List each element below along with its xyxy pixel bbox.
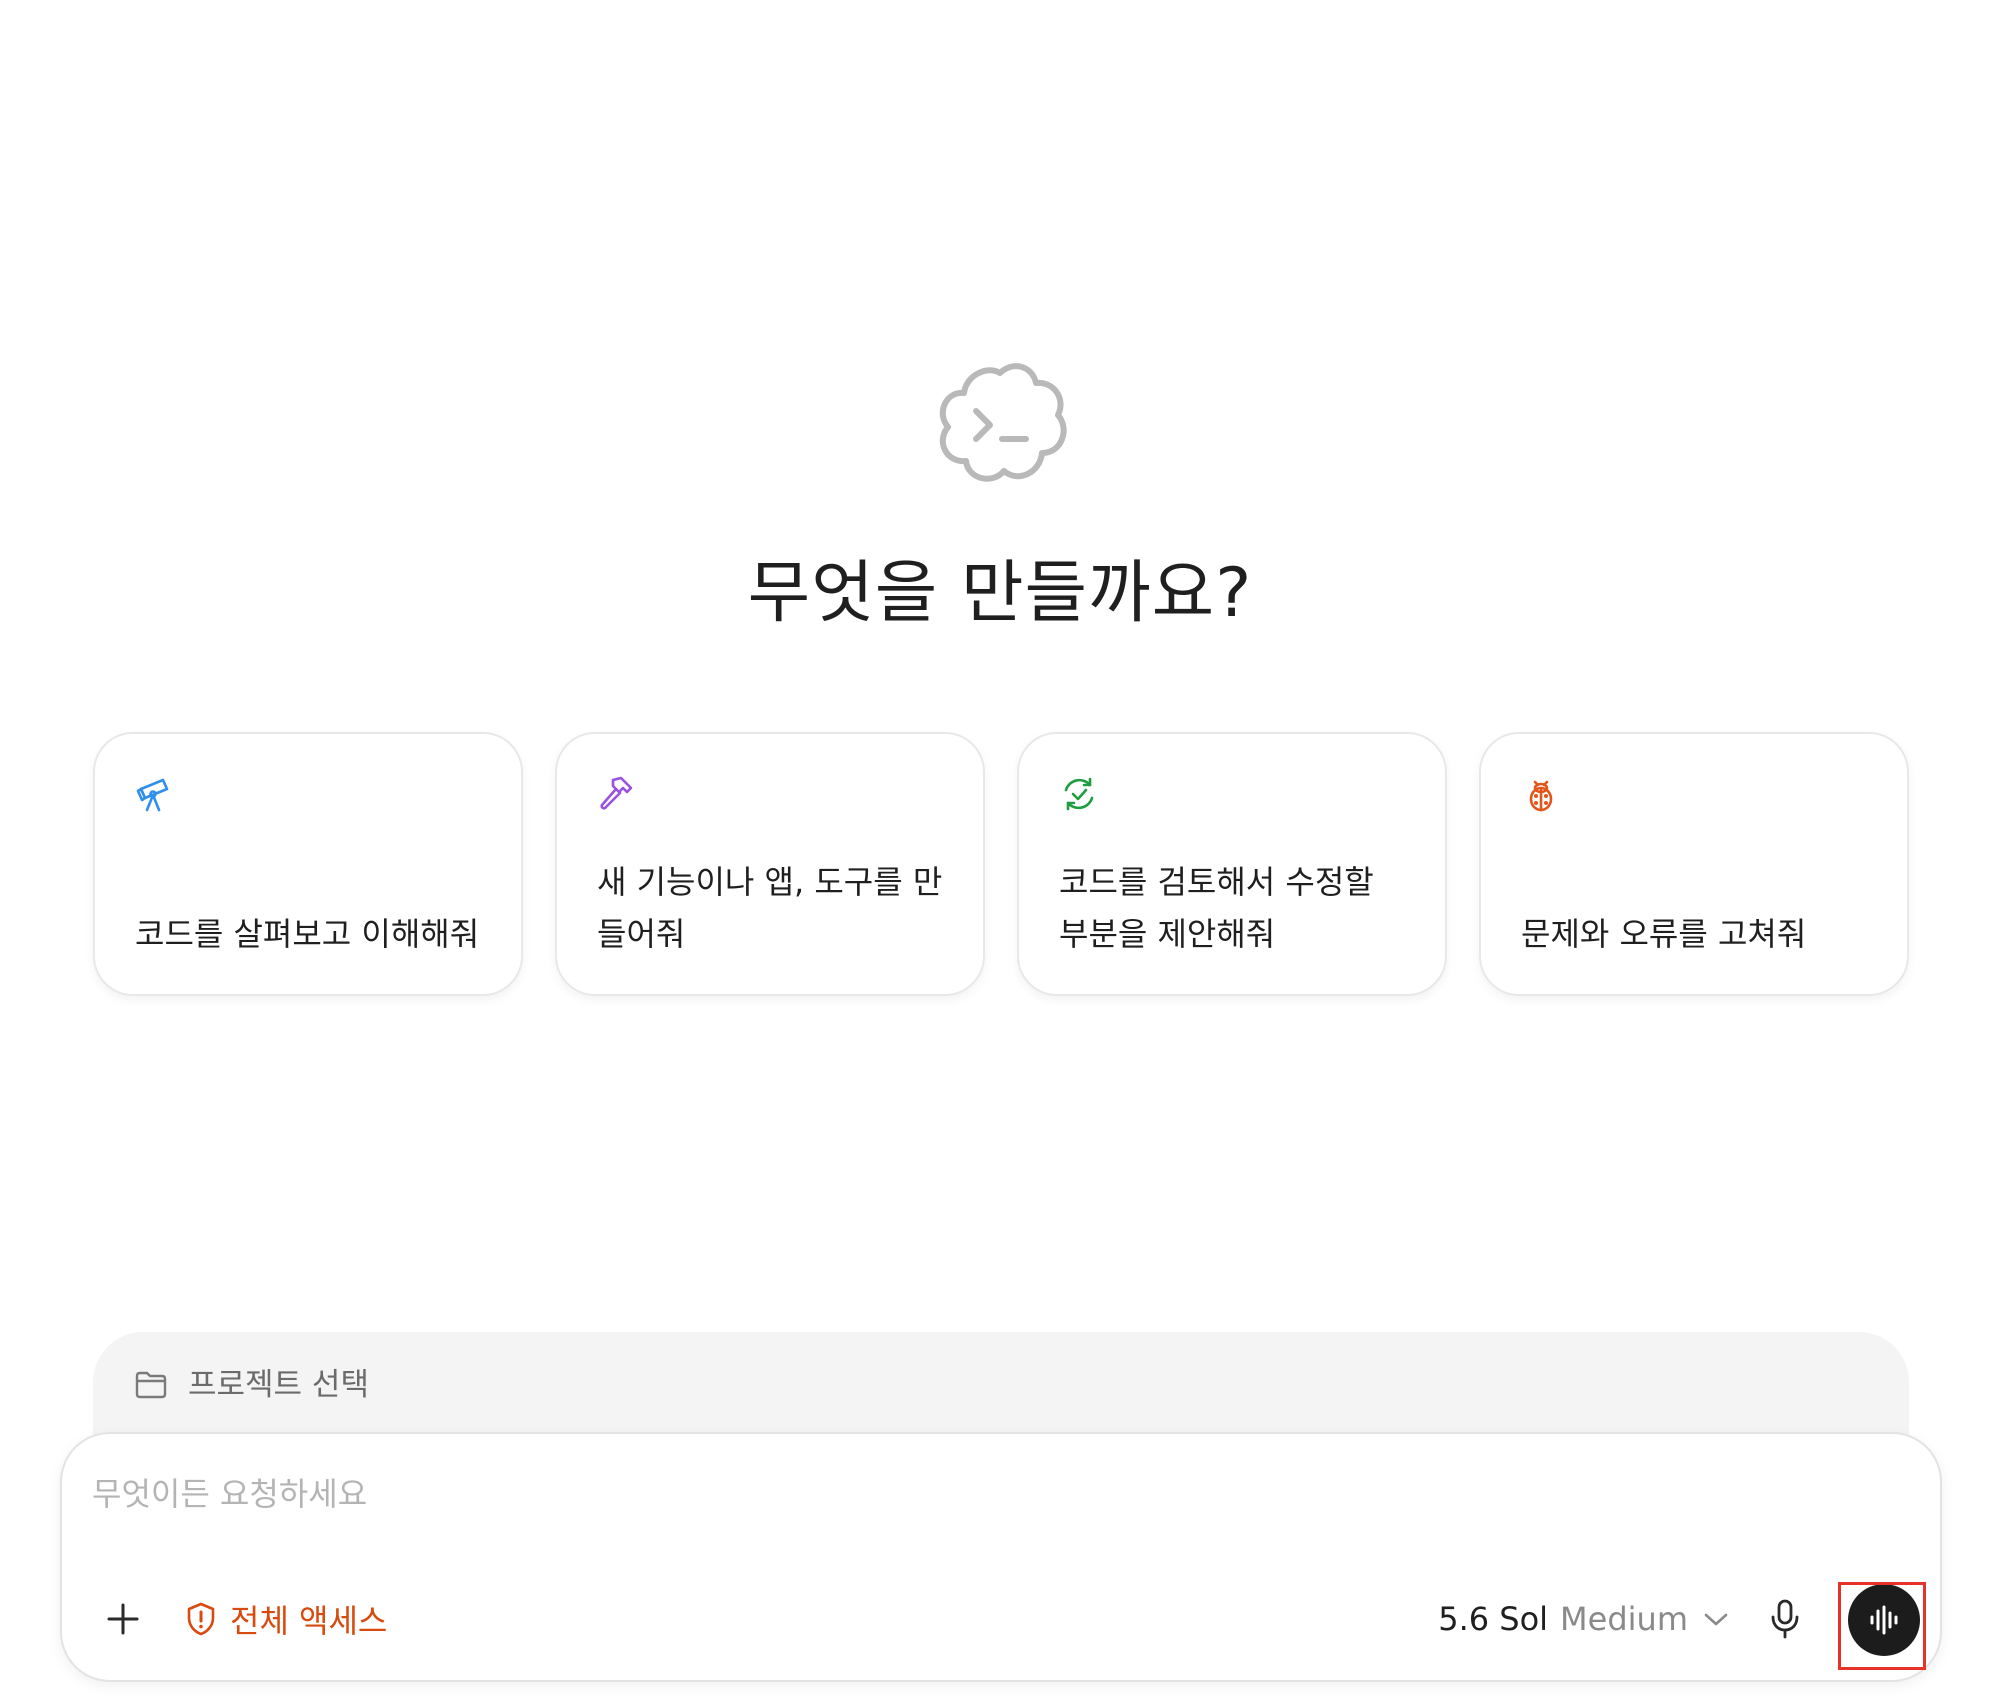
dictation-button[interactable] bbox=[1758, 1592, 1812, 1646]
full-access-label: 전체 액세스 bbox=[230, 1602, 388, 1640]
bug-icon bbox=[1529, 780, 1553, 812]
model-effort: Medium bbox=[1560, 1600, 1688, 1638]
app-logo-icon bbox=[939, 363, 1067, 482]
project-selector-label: 프로젝트 선택 bbox=[188, 1367, 369, 1403]
suggestion-card-fix[interactable]: 문제와 오류를 고쳐줘 bbox=[1479, 732, 1909, 996]
highlight-box bbox=[1838, 1582, 1926, 1670]
suggestion-card-text: 새 기능이나 앱, 도구를 만들어줘 bbox=[597, 863, 943, 953]
suggestion-card-explore[interactable]: 코드를 살펴보고 이해해줘 bbox=[93, 732, 523, 996]
shield-alert-icon bbox=[187, 1602, 215, 1636]
review-check-icon bbox=[1064, 777, 1094, 811]
chevron-down-icon bbox=[1704, 1613, 1728, 1626]
suggestion-card-review[interactable]: 코드를 검토해서 수정할 부분을 제안해줘 bbox=[1017, 732, 1447, 996]
suggestion-card-text: 문제와 오류를 고쳐줘 bbox=[1521, 915, 1807, 953]
model-selector[interactable]: 5.6 Sol Medium bbox=[1438, 1592, 1730, 1646]
full-access-button[interactable]: 전체 액세스 bbox=[184, 1592, 387, 1646]
suggestion-card-text: 코드를 검토해서 수정할 부분을 제안해줘 bbox=[1059, 863, 1374, 953]
suggestion-cards: 코드를 살펴보고 이해해줘 새 기능이나 앱, 도구를 만들어줘 코드를 검토해… bbox=[93, 732, 1909, 996]
model-name: 5.6 Sol bbox=[1438, 1600, 1549, 1638]
telescope-icon bbox=[136, 778, 169, 812]
suggestion-card-text: 코드를 살펴보고 이해해줘 bbox=[135, 915, 480, 953]
folder-icon bbox=[135, 1371, 167, 1399]
hammer-icon bbox=[600, 776, 633, 810]
microphone-icon bbox=[1771, 1599, 1799, 1639]
suggestion-card-build[interactable]: 새 기능이나 앱, 도구를 만들어줘 bbox=[555, 732, 985, 996]
plus-icon bbox=[107, 1603, 139, 1635]
prompt-input[interactable] bbox=[92, 1464, 1392, 1524]
page-title: 무엇을 만들까요? bbox=[747, 554, 1253, 633]
add-attachment-button[interactable] bbox=[98, 1594, 148, 1644]
composer: 전체 액세스 5.6 Sol Medium bbox=[60, 1432, 1942, 1682]
